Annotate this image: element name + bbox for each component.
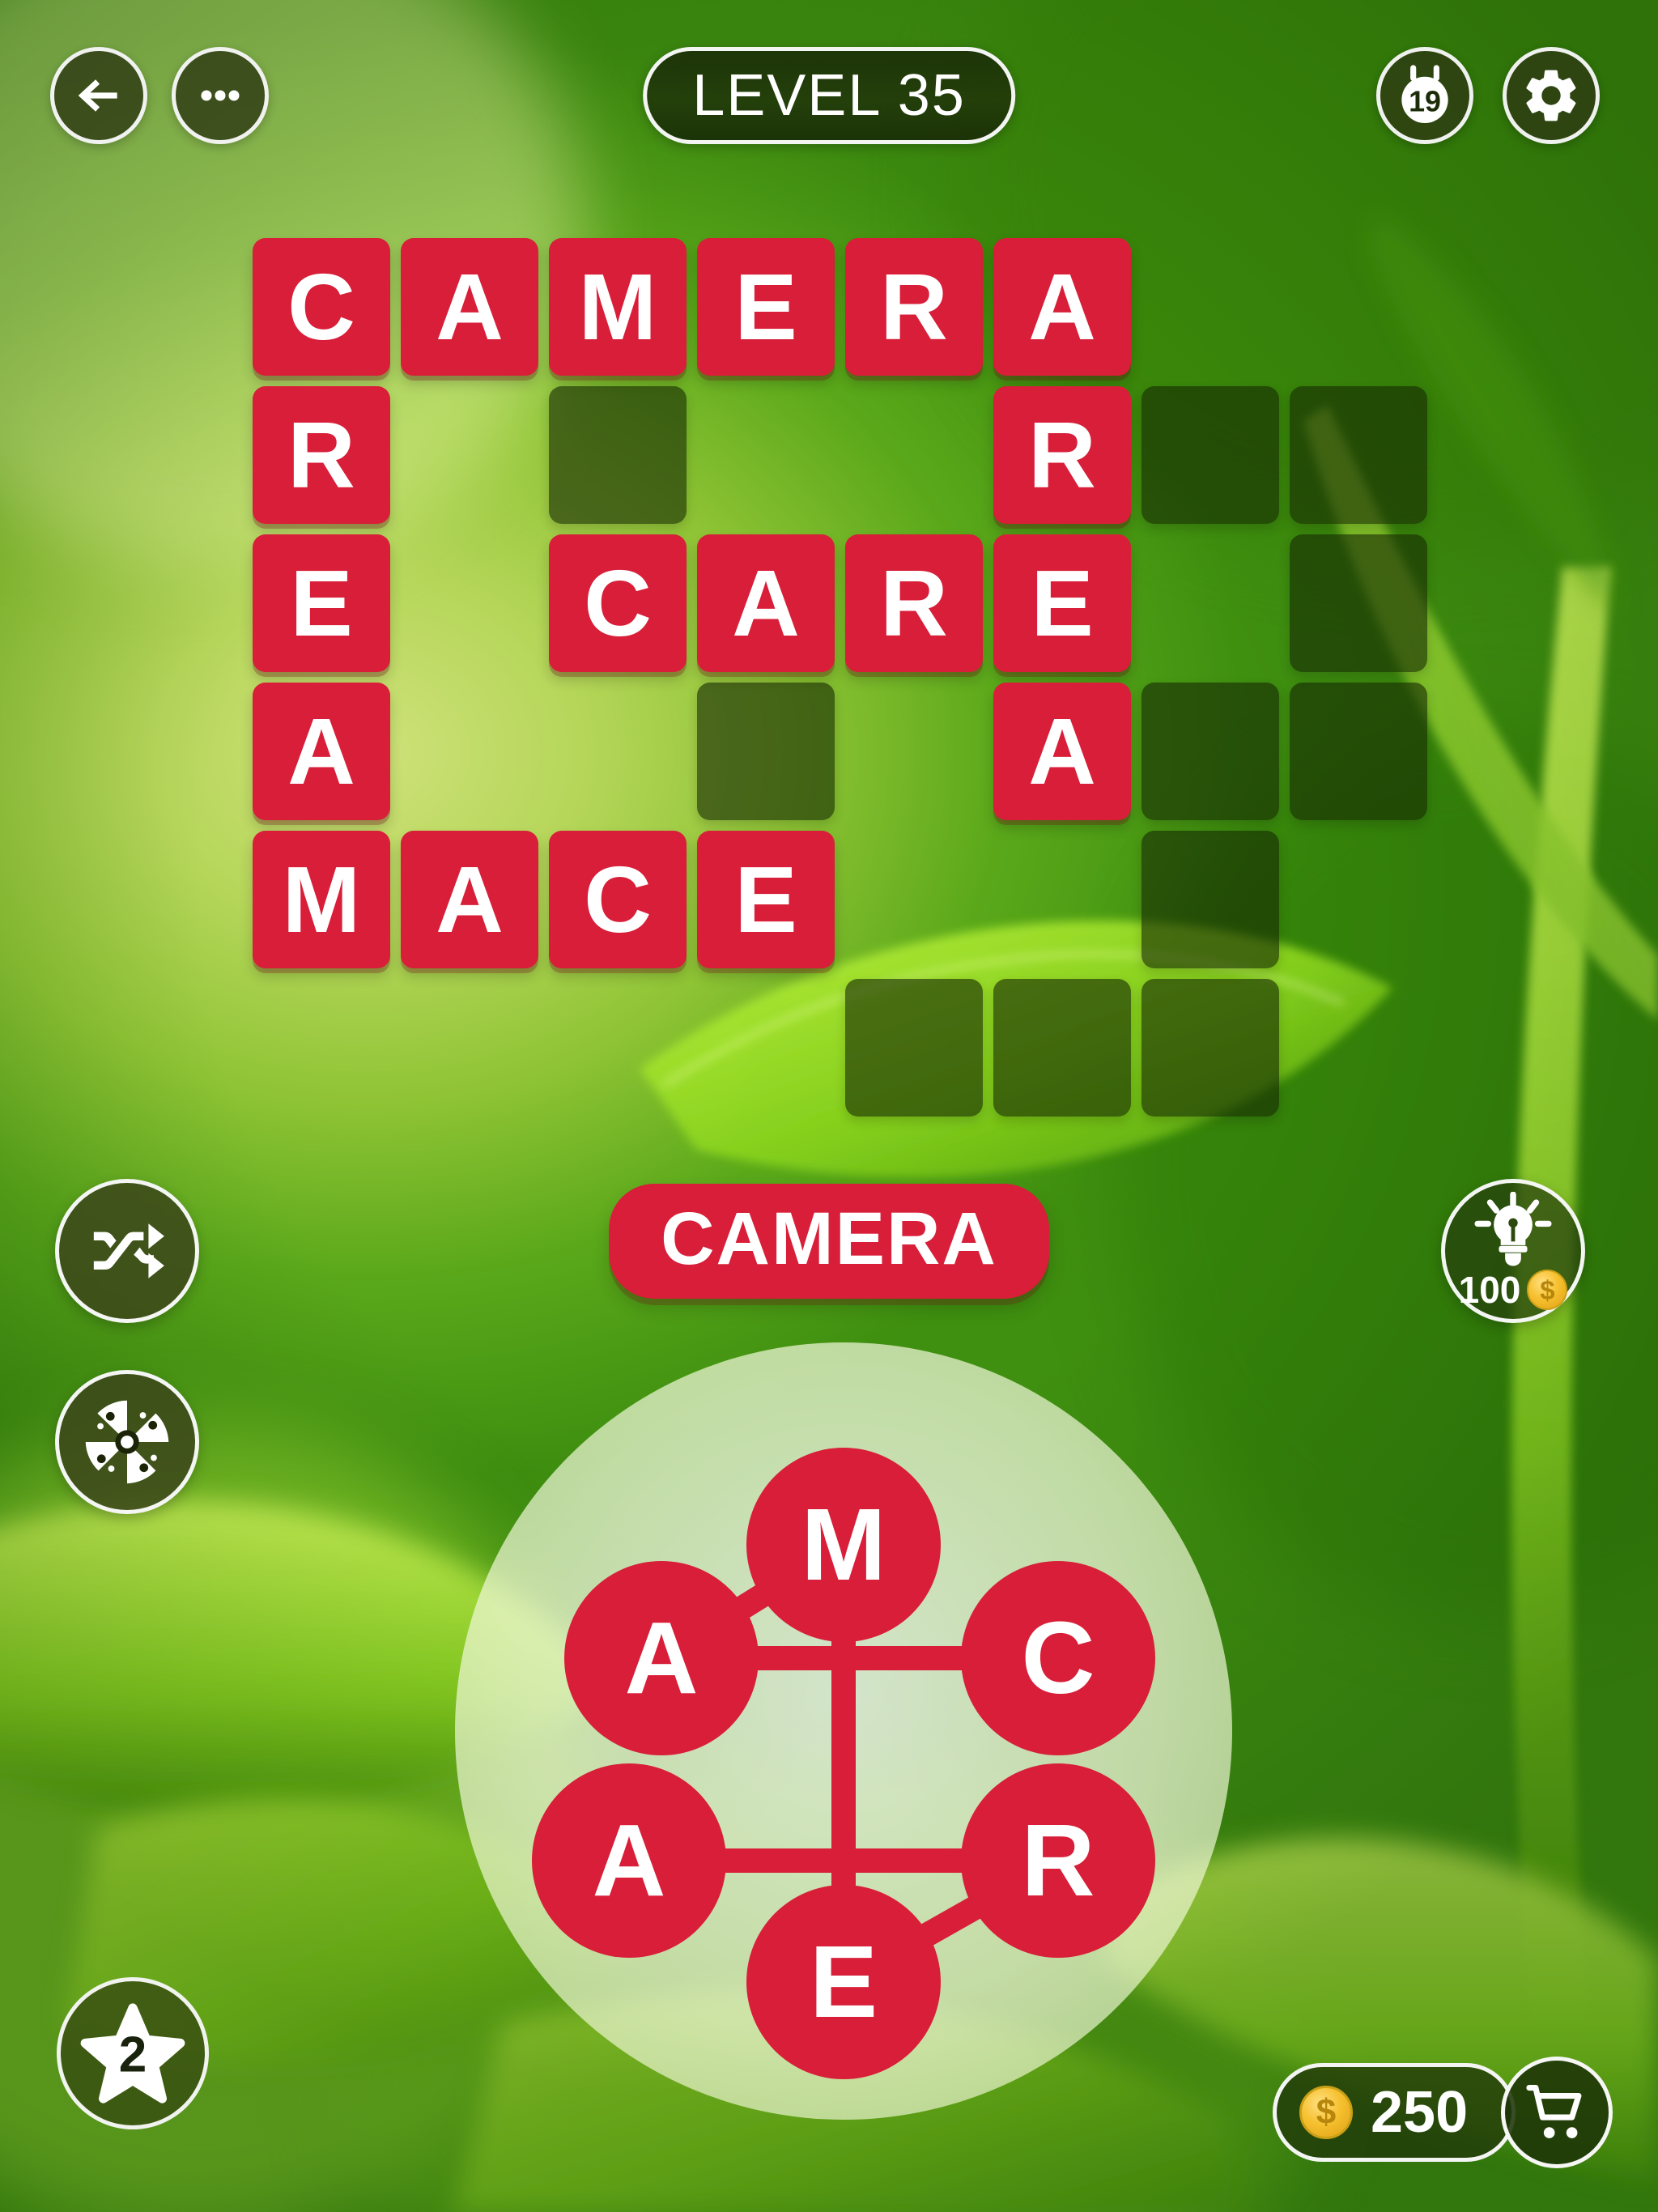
grid-cell-empty <box>1141 683 1279 820</box>
back-button[interactable] <box>50 47 147 144</box>
grid-cell-letter: C <box>549 534 687 672</box>
hint-button[interactable]: 100 $ <box>1441 1179 1585 1323</box>
level-badge: LEVEL 35 <box>643 47 1015 144</box>
wheel-letter-char: R <box>1021 1803 1095 1917</box>
back-arrow-icon <box>78 79 117 112</box>
grid-cell-letter: C <box>253 238 390 376</box>
wheel-letter-char: E <box>809 1925 878 2039</box>
grid-cell-char: C <box>584 847 652 952</box>
daily-number: 19 <box>1409 86 1441 118</box>
coin-count: 250 <box>1371 2080 1469 2145</box>
wheel-letter-char: A <box>592 1803 666 1917</box>
grid-cell-char: M <box>282 847 361 952</box>
grid-cell-letter: R <box>993 386 1131 524</box>
grid-cell-letter: A <box>993 683 1131 820</box>
coin-balance[interactable]: $ 250 <box>1273 2063 1516 2162</box>
current-word-banner: CAMERA <box>609 1184 1049 1299</box>
grid-cell-letter: A <box>401 238 538 376</box>
grid-cell-letter: R <box>845 534 983 672</box>
wheel-letter-4[interactable]: R <box>961 1763 1155 1958</box>
grid-cell-char: R <box>880 254 948 359</box>
wheel-letter-char: A <box>624 1601 699 1715</box>
wheel-letter-5[interactable]: E <box>746 1885 941 2079</box>
gear-icon <box>1526 70 1576 121</box>
current-word-text: CAMERA <box>661 1197 997 1280</box>
grid-cell-empty <box>697 683 835 820</box>
grid-cell-letter: A <box>697 534 835 672</box>
grid-cell-letter: A <box>993 238 1131 376</box>
grid-cell-char: M <box>578 254 657 359</box>
grid-cell-letter: C <box>549 831 687 968</box>
grid-cell-empty <box>1141 386 1279 524</box>
shopping-cart-icon <box>1526 2084 1582 2138</box>
star-progress-button[interactable]: 2 <box>57 1977 209 2129</box>
daily-challenge-button[interactable]: 19 <box>1376 47 1473 144</box>
grid-cell-empty <box>845 979 983 1117</box>
grid-cell-letter: R <box>253 386 390 524</box>
grid-cell-empty <box>1141 831 1279 968</box>
wheel-letter-2[interactable]: C <box>961 1561 1155 1755</box>
letter-wheel[interactable]: M A C A R E <box>455 1342 1232 2120</box>
grid-cell-letter: R <box>845 238 983 376</box>
grid-cell-char: C <box>584 551 652 656</box>
grid-cell-letter: E <box>697 831 835 968</box>
wheel-letter-1[interactable]: A <box>564 1561 759 1755</box>
ellipsis-icon <box>201 90 240 101</box>
lightbulb-icon <box>1474 1192 1552 1266</box>
grid-cell-letter: A <box>401 831 538 968</box>
hint-cost: 100 $ <box>1459 1270 1568 1310</box>
grid-cell-char: A <box>436 847 504 952</box>
grid-cell-char: C <box>287 254 355 359</box>
grid-cell-letter: E <box>993 534 1131 672</box>
grid-cell-letter: E <box>697 238 835 376</box>
coin-icon: $ <box>1299 2086 1353 2139</box>
grid-cell-letter: E <box>253 534 390 672</box>
wheel-letter-char: C <box>1021 1601 1095 1715</box>
grid-cell-char: R <box>287 402 355 508</box>
grid-cell-char: R <box>880 551 948 656</box>
grid-cell-letter: M <box>253 831 390 968</box>
wheel-letter-char: M <box>801 1487 886 1602</box>
shuffle-icon <box>93 1223 164 1278</box>
game-screen: LEVEL 35 19 CAMERARRECAREAAMACE 100 $ CA… <box>0 0 1658 2212</box>
grid-cell-empty <box>549 386 687 524</box>
star-count: 2 <box>118 2027 147 2083</box>
calendar-icon: 19 <box>1401 65 1448 124</box>
shop-button[interactable] <box>1501 2057 1613 2168</box>
grid-cell-empty <box>1141 979 1279 1117</box>
shuffle-button[interactable] <box>55 1179 199 1323</box>
level-title: LEVEL 35 <box>692 63 966 128</box>
grid-cell-empty <box>993 979 1131 1117</box>
settings-button[interactable] <box>1503 47 1600 144</box>
grid-cell-char: R <box>1028 402 1096 508</box>
grid-cell-char: E <box>1031 551 1094 656</box>
grid-cell-char: A <box>436 254 504 359</box>
grid-cell-char: A <box>1028 699 1096 804</box>
grid-cell-empty <box>1290 386 1427 524</box>
grid-cell-letter: A <box>253 683 390 820</box>
spin-wheel-icon <box>85 1400 169 1484</box>
grid-cell-char: A <box>1028 254 1096 359</box>
more-options-button[interactable] <box>172 47 269 144</box>
grid-cell-char: A <box>287 699 355 804</box>
top-bar: LEVEL 35 19 <box>0 0 1658 186</box>
grid-cell-empty <box>1290 534 1427 672</box>
spin-wheel-button[interactable] <box>55 1370 199 1514</box>
grid-cell-char: E <box>290 551 353 656</box>
wheel-letter-0[interactable]: M <box>746 1448 941 1642</box>
grid-cell-empty <box>1290 683 1427 820</box>
grid-cell-char: E <box>734 254 797 359</box>
grid-cell-char: E <box>734 847 797 952</box>
grid-cell-char: A <box>732 551 800 656</box>
coin-icon: $ <box>1527 1270 1568 1310</box>
grid-cell-letter: M <box>549 238 687 376</box>
wheel-letter-3[interactable]: A <box>532 1763 726 1958</box>
hint-cost-value: 100 <box>1458 1269 1521 1311</box>
